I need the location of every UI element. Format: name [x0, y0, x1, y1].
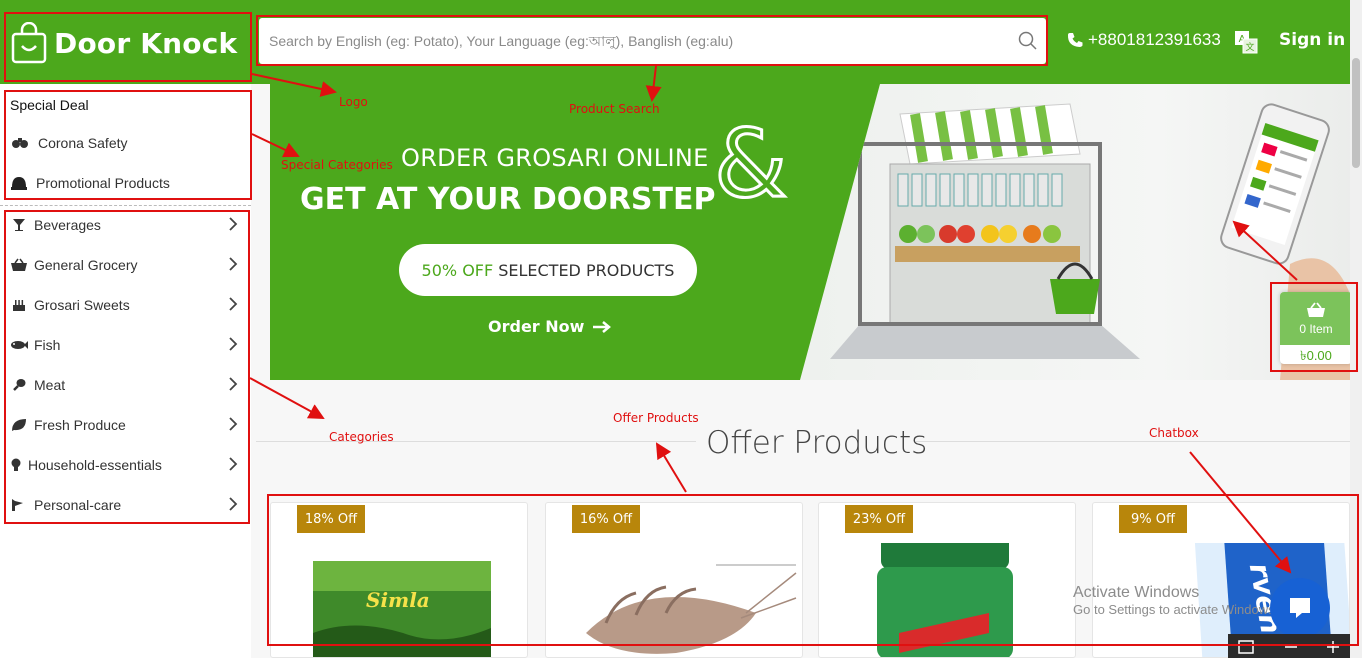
product-card[interactable]: 16% Off	[545, 502, 803, 658]
offer-text: SELECTED PRODUCTS	[498, 260, 675, 280]
category-fish[interactable]: Fish	[10, 333, 240, 357]
laptop-store-illustration	[830, 103, 1350, 380]
divider	[0, 205, 251, 206]
discount-badge: 16% Off	[572, 505, 640, 533]
scrollbar-thumb[interactable]	[1352, 58, 1360, 168]
chevron-right-icon	[229, 497, 238, 511]
chevron-right-icon	[229, 217, 238, 231]
product-card[interactable]: 23% Off	[818, 502, 1076, 658]
chat-button[interactable]	[1270, 578, 1330, 638]
sidebar-item-label: Corona Safety	[38, 135, 128, 151]
virus-icon	[12, 138, 28, 148]
special-deal-title: Special Deal	[10, 97, 89, 113]
chevron-right-icon	[229, 377, 238, 391]
category-label: Meat	[34, 377, 66, 393]
category-household-essentials[interactable]: Household-essentials	[10, 453, 240, 477]
hand-icon	[12, 499, 23, 511]
activation-title: Activate Windows	[1073, 584, 1200, 601]
cart-item-count: 0 Item	[1299, 321, 1333, 336]
banner-headline-2: GET AT YOUR DOORSTEP	[300, 182, 716, 217]
category-label: Beverages	[34, 217, 101, 233]
search-bar	[259, 18, 1046, 64]
category-personal-care[interactable]: Personal-care	[10, 493, 240, 517]
category-grosari-sweets[interactable]: Grosari Sweets	[10, 293, 240, 317]
category-label: Household-essentials	[28, 457, 162, 473]
section-title: Offer Products	[706, 425, 928, 461]
search-input[interactable]	[259, 21, 999, 61]
drumstick-icon	[13, 379, 26, 391]
window-icon[interactable]	[1238, 640, 1254, 654]
category-general-grocery[interactable]: General Grocery	[10, 253, 240, 277]
arrow-right-icon	[593, 320, 612, 333]
cake-icon	[13, 300, 25, 311]
hero-banner[interactable]: ORDER GROSARI ONLINE & GET AT YOUR DOORS…	[270, 84, 1350, 380]
banner-headline-1: ORDER GROSARI ONLINE	[401, 144, 709, 172]
basket-icon	[11, 258, 27, 271]
cart-widget[interactable]: 0 Item ৳0.00	[1280, 292, 1352, 364]
category-meat[interactable]: Meat	[10, 373, 240, 397]
logo[interactable]: Door Knock	[10, 18, 237, 68]
cart-total: ৳0.00	[1300, 348, 1332, 363]
discount-badge: 9% Off	[1119, 505, 1187, 533]
sidebar: Special Deal Corona Safety Promotional P…	[0, 84, 251, 658]
logo-text: Door Knock	[54, 26, 238, 60]
banner-ampersand: &	[712, 110, 788, 219]
discount-badge: 23% Off	[845, 505, 913, 533]
phone-number: +8801812391633	[1088, 30, 1221, 49]
sign-in-link[interactable]: Sign in	[1279, 30, 1345, 50]
offer-highlight: 50% OFF	[421, 260, 494, 280]
chevron-right-icon	[229, 337, 238, 351]
leaf-icon	[12, 419, 26, 431]
category-label: Grosari Sweets	[34, 297, 130, 313]
bulb-icon	[11, 458, 21, 471]
category-label: Fish	[34, 337, 61, 353]
hat-icon	[11, 177, 27, 190]
annotation-label-offers: Offer Products	[613, 411, 699, 425]
svg-text:文: 文	[1245, 41, 1254, 53]
sidebar-item-label: Promotional Products	[36, 175, 170, 191]
chevron-right-icon	[229, 297, 238, 311]
discount-badge: 18% Off	[297, 505, 365, 533]
product-image	[877, 543, 1013, 657]
chat-bubble-icon	[1290, 598, 1310, 618]
sidebar-item-corona-safety[interactable]: Corona Safety	[10, 135, 128, 151]
order-now-label: Order Now	[488, 317, 585, 336]
category-label: Personal-care	[34, 497, 122, 513]
windows-activation-notice: Activate Windows Go to Settings to activ…	[1073, 583, 1278, 618]
search-icon[interactable]	[1018, 31, 1038, 51]
banner-image-area	[800, 84, 1350, 380]
fish-icon	[11, 341, 28, 349]
svg-text:Simla: Simla	[366, 588, 430, 612]
product-card[interactable]: 18% Off Simla	[270, 502, 528, 658]
category-label: Fresh Produce	[34, 417, 126, 433]
order-now-button[interactable]: Order Now	[488, 317, 612, 336]
banner-offer-pill[interactable]: 50% OFF SELECTED PRODUCTS	[399, 244, 697, 296]
minus-icon[interactable]	[1284, 640, 1298, 654]
chevron-right-icon	[229, 257, 238, 271]
cocktail-icon	[13, 219, 25, 231]
chevron-right-icon	[229, 417, 238, 431]
chevron-right-icon	[229, 457, 238, 471]
category-beverages[interactable]: Beverages	[10, 213, 240, 237]
taskbar-strip	[1228, 634, 1354, 658]
translate-icon[interactable]: A 文	[1234, 30, 1258, 54]
shopping-bag-icon	[11, 22, 47, 64]
category-fresh-produce[interactable]: Fresh Produce	[10, 413, 240, 437]
basket-icon	[1307, 301, 1325, 317]
sidebar-item-promotional-products[interactable]: Promotional Products	[10, 175, 170, 191]
activation-subtitle: Go to Settings to activate Windows.	[1073, 602, 1279, 618]
phone-contact[interactable]: +8801812391633	[1067, 30, 1221, 50]
product-image	[586, 564, 797, 654]
plus-icon[interactable]	[1326, 640, 1340, 654]
product-image: Simla	[313, 561, 491, 657]
offer-section-header: Offer Products	[256, 425, 1350, 461]
category-label: General Grocery	[34, 257, 138, 273]
phone-icon	[1067, 33, 1083, 47]
top-header: Door Knock +8801812391633 A 文 Sign in	[0, 0, 1350, 84]
